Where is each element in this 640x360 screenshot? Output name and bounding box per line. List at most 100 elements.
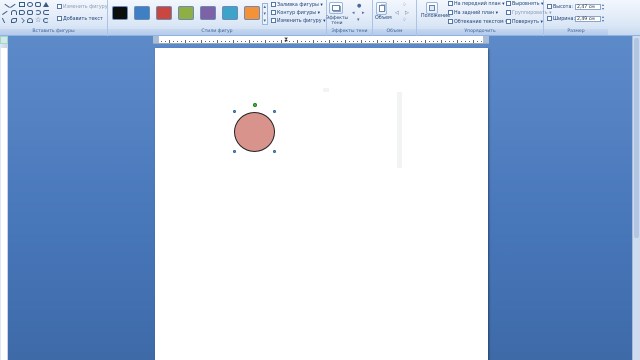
tilt-left-icon[interactable]: ◁ <box>395 10 399 16</box>
style-swatch-1[interactable] <box>112 6 128 20</box>
ruler-tick <box>229 41 230 42</box>
shape-outline-button[interactable]: Контур фигуры ▾ <box>271 10 320 17</box>
width-label: Ширина: <box>553 17 576 22</box>
bolt-shape-icon[interactable] <box>1 18 11 23</box>
style-swatch-3[interactable] <box>156 6 172 20</box>
ruler-tick <box>337 41 338 42</box>
nudge-left-icon[interactable]: ◂ <box>352 10 355 16</box>
wave-shape-icon[interactable] <box>11 18 17 23</box>
vertical-ruler[interactable] <box>0 44 8 360</box>
nudge-right-icon[interactable]: ▸ <box>362 10 365 16</box>
rotate-button[interactable]: Повернуть ▾ <box>506 19 543 26</box>
ruler-tick <box>237 41 238 42</box>
cloud-shape-icon[interactable] <box>27 18 33 23</box>
paint-bucket-icon <box>271 2 276 7</box>
add-text-button[interactable]: Добавить текст <box>57 16 103 23</box>
nudge-up-icon[interactable]: ● <box>357 3 361 9</box>
ruler-tick <box>373 41 374 42</box>
chevron-shape-icon[interactable] <box>19 17 25 24</box>
width-spinner-icon[interactable]: ▴ ▾ <box>602 15 604 23</box>
position-label: Положение <box>421 14 451 19</box>
width-field[interactable]: 2,49 см <box>575 16 601 22</box>
style-swatch-7[interactable] <box>244 6 260 20</box>
ruler-tick <box>253 41 254 42</box>
shadow-effects-button[interactable] <box>329 2 343 14</box>
change-shape-button[interactable]: Изменить фигуру ▾ <box>271 18 326 25</box>
ruler-tick <box>433 41 434 42</box>
ruler-tick <box>309 41 310 42</box>
wrap-text-button[interactable]: Обтекание текстом ▾ <box>448 19 508 26</box>
to-back-button[interactable]: На задний план ▾ <box>448 10 498 17</box>
height-label: Высота: <box>553 5 574 10</box>
style-swatch-5[interactable] <box>200 6 216 20</box>
style-swatch-6[interactable] <box>222 6 238 20</box>
group-label-shadow-effects: Эффекты тени <box>327 29 372 35</box>
edit-shape-button[interactable]: Изменить фигуру <box>57 4 108 11</box>
ruler-tick <box>425 40 426 43</box>
arc-shape-icon[interactable] <box>35 10 41 15</box>
tilt-buttons[interactable]: ♢ ◁ ▷ ♢ <box>393 2 413 26</box>
ruler-tick <box>225 41 226 42</box>
selection-handle-top-left[interactable] <box>233 110 236 113</box>
height-spinner-icon[interactable]: ▴ ▾ <box>602 3 604 11</box>
scrollbar-thumb[interactable] <box>634 38 639 238</box>
triangle-shape-icon[interactable] <box>43 2 49 7</box>
style-swatch-4[interactable] <box>178 6 194 20</box>
ruler-tick <box>349 41 350 42</box>
tilt-right-icon[interactable]: ▷ <box>405 10 409 16</box>
ruler-tick <box>221 41 222 42</box>
ruler-tick <box>313 40 314 43</box>
shadow-effects-label: Эффекты тени <box>326 16 348 26</box>
pentagon-shape-icon[interactable] <box>19 10 25 15</box>
group-arrange: Положение На передний план ▾ На задний п… <box>417 0 552 36</box>
document-page[interactable] <box>155 48 488 360</box>
ruler-tick <box>285 41 286 42</box>
rotation-handle[interactable] <box>253 103 257 107</box>
ruler-tick <box>385 41 386 42</box>
selection-handle-bottom-left[interactable] <box>233 150 236 153</box>
selection-handle-top-right[interactable] <box>273 110 276 113</box>
width-icon <box>547 16 552 21</box>
shape-outline-label: Контур фигуры <box>277 11 317 16</box>
indent-marker-icon[interactable]: ⧗ <box>284 37 288 43</box>
to-front-button[interactable]: На передний план ▾ <box>448 1 505 8</box>
nudge-down-icon[interactable]: ▾ <box>357 17 360 23</box>
ruler-tick <box>245 41 246 42</box>
rectangle-shape-icon[interactable] <box>19 2 25 7</box>
moon-shape-icon[interactable] <box>43 18 49 23</box>
tilt-up-icon[interactable]: ♢ <box>402 2 406 8</box>
ruler-tick <box>193 41 194 42</box>
horizontal-ruler[interactable]: ⧗ <box>153 36 489 44</box>
vertical-scrollbar[interactable] <box>632 36 640 360</box>
shadow-nudge-buttons[interactable]: ● ◂ ▸ ▾ <box>352 3 370 25</box>
bring-front-icon <box>448 1 453 6</box>
ruler-tick <box>465 41 466 42</box>
ruler-tick <box>201 40 202 43</box>
tilt-down-icon[interactable]: ♢ <box>402 17 406 23</box>
ruler-tick <box>305 41 306 42</box>
ruler-tick <box>369 41 370 42</box>
height-row: Высота: <box>547 4 573 11</box>
callout-shape-icon[interactable] <box>27 10 33 15</box>
ruler-tick <box>381 41 382 42</box>
ruler-tick <box>289 41 290 42</box>
circle-shape[interactable] <box>234 112 275 152</box>
volume-button[interactable] <box>376 2 387 15</box>
styles-scroll-buttons[interactable]: ▴ ▾ ▾ <box>262 3 268 25</box>
ruler-corner-button[interactable] <box>0 36 8 44</box>
shapes-gallery[interactable]: ☆ <box>1 2 53 27</box>
oval-shape-icon[interactable] <box>27 2 33 7</box>
shape-fill-button[interactable]: Заливка фигуры ▾ <box>271 2 323 9</box>
curve-shape-icon[interactable] <box>11 10 17 15</box>
star-shape-icon[interactable]: ☆ <box>35 17 41 24</box>
rounded-rect-shape-icon[interactable] <box>35 2 41 7</box>
ruler-tick <box>445 41 446 42</box>
height-field[interactable]: 2,47 см <box>575 4 601 10</box>
ruler-tick <box>165 41 166 42</box>
position-button[interactable] <box>426 2 438 14</box>
selection-handle-bottom-right[interactable] <box>273 150 276 153</box>
brace-shape-icon[interactable] <box>43 10 49 15</box>
style-swatch-2[interactable] <box>134 6 150 20</box>
ruler-tick <box>417 41 418 42</box>
align-button[interactable]: Выровнять ▾ <box>506 1 543 8</box>
